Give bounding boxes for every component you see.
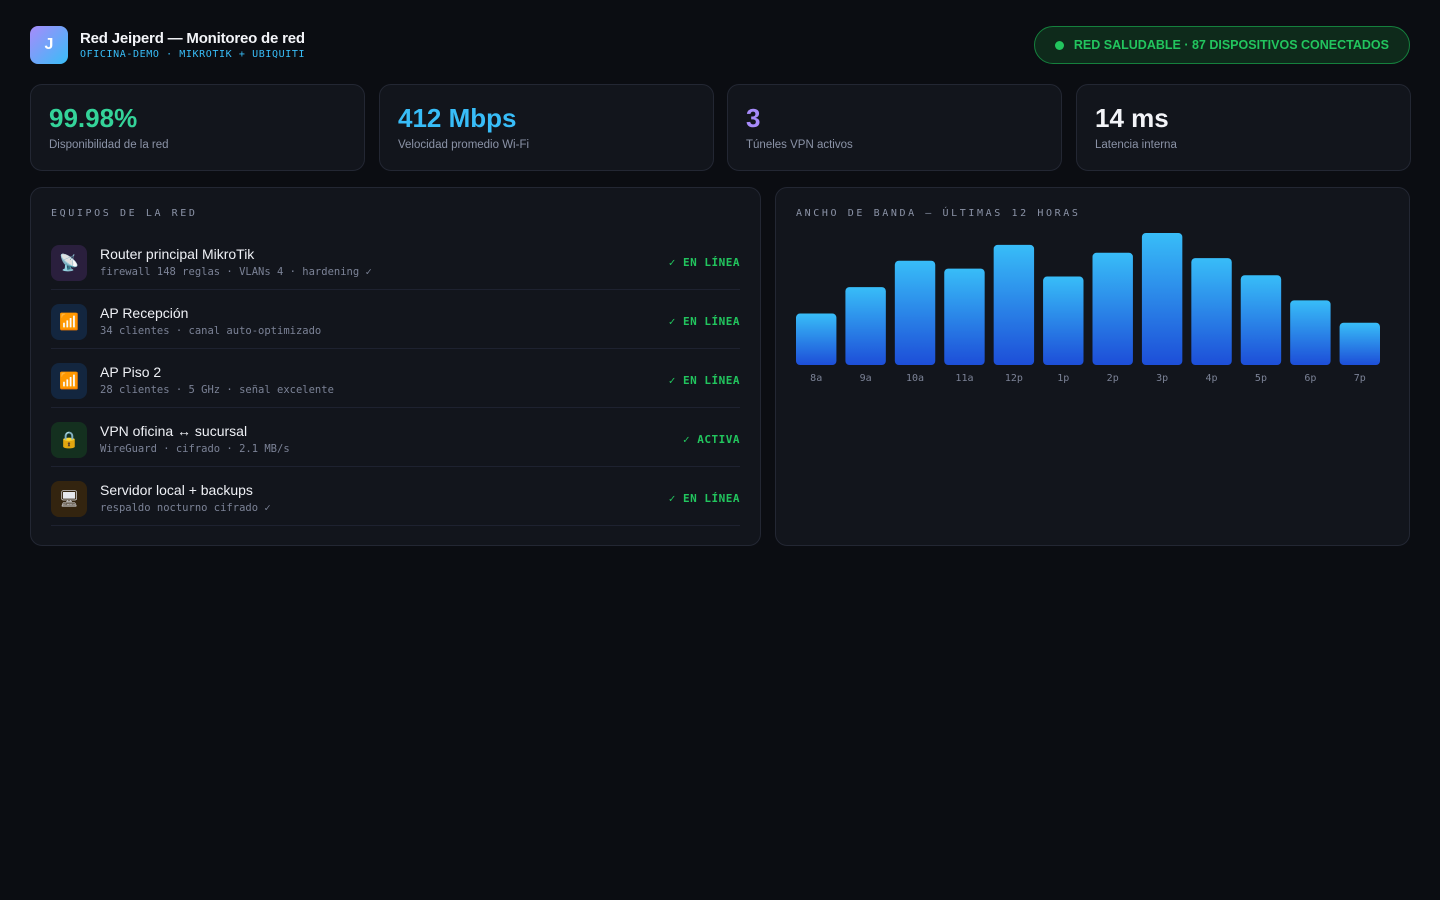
stat-label: Velocidad promedio Wi-Fi: [398, 139, 530, 151]
bar-11a: [944, 268, 985, 365]
bar-4p: [1191, 258, 1232, 365]
wifi-signal-icon: 📶: [51, 363, 87, 399]
device-status: ✓ ACTIVA: [683, 433, 740, 446]
devices-panel: EQUIPOS DE LA RED 📡 Router principal Mik…: [30, 187, 761, 546]
device-row-ap-recepcion[interactable]: 📶 AP Recepción 34 clientes · canal auto-…: [51, 290, 740, 349]
x-tick-label: 3p: [1156, 373, 1168, 384]
x-tick-label: 11a: [955, 373, 973, 384]
satellite-dish-icon: 📡: [51, 245, 87, 281]
bar-2p: [1092, 252, 1133, 365]
lock-icon: 🔒: [51, 422, 87, 458]
wifi-signal-icon: 📶: [51, 304, 87, 340]
device-status: ✓ EN LÍNEA: [668, 315, 740, 328]
stat-card-latency: 14 ms Latencia interna: [1076, 84, 1411, 171]
bar-8a: [796, 313, 837, 365]
stat-label: Túneles VPN activos: [746, 139, 853, 151]
bar-1p: [1043, 276, 1084, 365]
x-tick-label: 5p: [1255, 373, 1267, 384]
device-status: ✓ EN LÍNEA: [668, 256, 740, 269]
stat-value: 412 Mbps: [398, 103, 517, 133]
app-title: Red Jeiperd — Monitoreo de red: [80, 30, 305, 47]
bar-6p: [1290, 300, 1331, 365]
app-subtitle: OFICINA-DEMO · MIKROTIK + UBIQUITI: [80, 49, 306, 60]
bar-9a: [845, 287, 886, 365]
device-meta: 34 clientes · canal auto-optimizado: [100, 325, 322, 337]
device-meta: firewall 148 reglas · VLANs 4 · hardenin…: [100, 266, 372, 278]
status-dot-icon: [1054, 40, 1064, 50]
stat-value: 3: [746, 103, 761, 133]
stat-label: Latencia interna: [1095, 139, 1177, 151]
x-tick-label: 9a: [860, 373, 872, 384]
network-status-text: RED SALUDABLE · 87 DISPOSITIVOS CONECTAD…: [1073, 38, 1389, 52]
device-name: AP Recepción: [100, 305, 189, 321]
stat-value: 14 ms: [1095, 103, 1169, 133]
x-tick-label: 12p: [1005, 373, 1023, 384]
bar-10a: [894, 260, 936, 365]
stat-card-vpn-tunnels: 3 Túneles VPN activos: [727, 84, 1062, 171]
x-tick-label: 7p: [1354, 373, 1366, 384]
device-row-router[interactable]: 📡 Router principal MikroTik firewall 148…: [51, 231, 740, 290]
device-name: Servidor local + backups: [100, 482, 253, 498]
stat-value: 99.98%: [49, 103, 138, 133]
header: J Red Jeiperd — Monitoreo de red OFICINA…: [30, 26, 1410, 64]
x-tick-label: 1p: [1057, 373, 1069, 384]
bar-7p: [1339, 322, 1380, 365]
stat-card-availability: 99.98% Disponibilidad de la red: [30, 84, 365, 171]
device-row-ap-piso-2[interactable]: 📶 AP Piso 2 28 clientes · 5 GHz · señal …: [51, 349, 740, 408]
device-name: AP Piso 2: [100, 364, 162, 380]
bandwidth-panel: ANCHO DE BANDA — ÚLTIMAS 12 HORAS 8a 9a 10…: [775, 187, 1410, 546]
device-name: Router principal MikroTik: [100, 246, 255, 262]
bar-5p: [1240, 275, 1282, 365]
bar-12p: [993, 244, 1035, 365]
device-row-server[interactable]: 🖥 Servidor local + backups respaldo noct…: [51, 467, 740, 526]
x-tick-label: 10a: [906, 373, 924, 384]
x-tick-label: 8a: [810, 373, 822, 384]
logo: J: [30, 26, 68, 64]
device-meta: 28 clientes · 5 GHz · señal excelente: [100, 384, 334, 396]
device-meta: respaldo nocturno cifrado ✓: [100, 502, 271, 514]
x-tick-label: 2p: [1107, 373, 1119, 384]
x-tick-label: 6p: [1304, 373, 1316, 384]
server-monitor-icon: 🖥: [51, 481, 87, 517]
bar-3p: [1141, 233, 1183, 365]
bandwidth-chart: 8a 9a 10a 11a 12p 1p 2p 3p 4p 5p 6p 7p: [796, 233, 1380, 384]
device-row-vpn[interactable]: 🔒 VPN oficina ↔ sucursal WireGuard · cif…: [51, 408, 740, 467]
devices-panel-title: EQUIPOS DE LA RED: [51, 208, 198, 219]
device-status: ✓ EN LÍNEA: [668, 374, 740, 387]
device-name: VPN oficina ↔ sucursal: [100, 423, 248, 439]
device-meta: WireGuard · cifrado · 2.1 MB/s: [100, 443, 290, 455]
stat-card-wifi-speed: 412 Mbps Velocidad promedio Wi-Fi: [379, 84, 714, 171]
stat-label: Disponibilidad de la red: [49, 139, 169, 151]
device-status: ✓ EN LÍNEA: [668, 492, 740, 505]
x-tick-label: 4p: [1206, 373, 1218, 384]
network-status-badge: RED SALUDABLE · 87 DISPOSITIVOS CONECTAD…: [1033, 26, 1410, 64]
